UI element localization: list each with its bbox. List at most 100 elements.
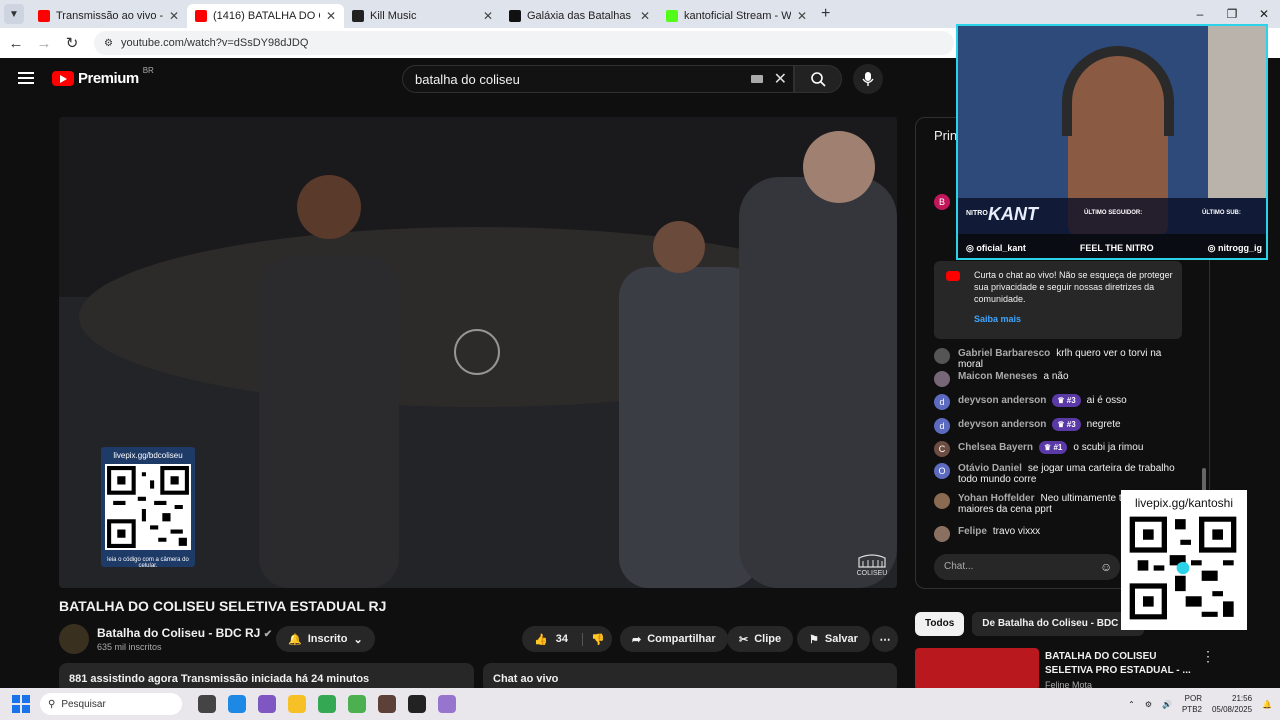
tab-search-button[interactable]: ▼ <box>4 4 24 24</box>
notification-bell-icon[interactable]: 🔔 <box>1262 700 1272 709</box>
task-view-icon[interactable] <box>198 695 216 713</box>
reload-button[interactable]: ↻ <box>60 34 84 52</box>
network-icon[interactable]: ⚙ <box>1145 700 1152 709</box>
tab-favicon-icon <box>195 10 207 22</box>
chat-message: d deyvson anderson ♛ #3 negrete <box>934 418 1184 434</box>
search-button[interactable] <box>794 65 842 93</box>
chat-author[interactable]: Chelsea Bayern <box>958 442 1033 453</box>
browser-tab[interactable]: kantoficial Stream - Watch Live ✕ <box>658 4 815 28</box>
keyboard-icon[interactable] <box>751 75 763 83</box>
chat-avatar[interactable]: C <box>934 441 950 457</box>
video-player[interactable]: livepix.gg/bdcoliseu leia o código com a… <box>59 117 897 588</box>
chat-author[interactable]: deyvson anderson <box>958 395 1046 406</box>
handle-left-text: oficial_kant <box>976 242 1026 253</box>
chat-avatar[interactable] <box>934 371 950 387</box>
url-field[interactable]: ⚙ youtube.com/watch?v=dSsDY98dJDQ <box>94 31 954 55</box>
restore-button[interactable]: ❐ <box>1216 7 1248 21</box>
filter-chip[interactable]: De Batalha do Coliseu - BDC RJ <box>972 612 1144 636</box>
video-title: BATALHA DO COLISEU SELETIVA ESTADUAL RJ <box>59 598 387 614</box>
channel-avatar[interactable] <box>59 624 89 654</box>
language-indicator[interactable]: POR PTB2 <box>1182 693 1202 715</box>
chat-avatar[interactable]: B <box>934 194 950 210</box>
bookmark-icon: ⚑ <box>809 633 819 646</box>
minimize-button[interactable]: – <box>1184 7 1216 21</box>
chevron-up-icon[interactable]: ⌃ <box>1128 700 1135 709</box>
chat-avatar[interactable] <box>934 526 950 542</box>
filter-chip[interactable]: Todos <box>915 612 965 636</box>
search-input[interactable]: batalha do coliseu ✕ <box>402 65 794 93</box>
youtube-logo[interactable]: Premium BR <box>52 66 154 87</box>
clip-button[interactable]: ✂ Clipe <box>727 626 794 652</box>
app-icon[interactable] <box>378 695 396 713</box>
chat-avatar[interactable]: d <box>934 418 950 434</box>
chat-input[interactable]: Chat... <box>934 554 1120 580</box>
back-button[interactable]: ← <box>4 35 28 52</box>
tab-close-icon[interactable]: ✕ <box>326 9 336 23</box>
taskbar-search[interactable]: ⚲ Pesquisar <box>40 693 182 715</box>
channel-name-row[interactable]: Batalha do Coliseu - BDC RJ ✔ <box>97 626 272 640</box>
site-info-icon[interactable]: ⚙ <box>104 38 113 49</box>
url-text: youtube.com/watch?v=dSsDY98dJDQ <box>120 37 309 49</box>
thumbs-up-icon: 👍 <box>534 633 548 646</box>
channel-name[interactable]: Batalha do Coliseu - BDC RJ <box>97 626 260 640</box>
file-explorer-icon[interactable] <box>288 695 306 713</box>
recommended-thumbnail[interactable] <box>915 648 1039 690</box>
subscribed-button[interactable]: 🔔 Inscrito ⌄ <box>276 626 375 652</box>
browser-tab[interactable]: Transmissão ao vivo - YouTube ✕ <box>30 4 187 28</box>
chat-avatar[interactable]: O <box>934 463 950 479</box>
browser-tab[interactable]: Galáxia das Batalhas (@galaxia ✕ <box>501 4 658 28</box>
menu-icon[interactable] <box>18 72 34 87</box>
recommended-video[interactable]: BATALHA DO COLISEU SELETIVA PRO ESTADUAL… <box>915 648 1245 690</box>
search-value: batalha do coliseu <box>415 71 520 87</box>
edge-icon[interactable] <box>228 695 246 713</box>
chat-author[interactable]: Gabriel Barbaresco <box>958 348 1050 359</box>
chat-text: negrete <box>1086 419 1121 430</box>
more-vertical-icon[interactable]: ⋮ <box>1201 648 1215 665</box>
recommended-title[interactable]: BATALHA DO COLISEU SELETIVA PRO ESTADUAL… <box>1045 650 1195 678</box>
chat-avatar[interactable]: d <box>934 394 950 410</box>
like-button[interactable]: 👍 34 <box>534 633 568 646</box>
chat-message: C Chelsea Bayern ♛ #1 o scubi ja rimou <box>934 441 1184 457</box>
instagram-handle-right: ◎ nitrogg_ig <box>1207 242 1262 253</box>
chat-author[interactable]: Otávio Daniel <box>958 463 1022 474</box>
speaker-icon[interactable]: 🔊 <box>1162 700 1172 709</box>
copilot-icon[interactable] <box>258 695 276 713</box>
chat-scrollbar[interactable] <box>1202 468 1206 492</box>
learn-more-link[interactable]: Saiba mais <box>974 313 1174 325</box>
chat-author[interactable]: Maicon Meneses <box>958 371 1037 382</box>
clock[interactable]: 21:56 05/08/2025 <box>1212 693 1252 715</box>
chat-author[interactable]: Yohan Hoffelder <box>958 493 1034 504</box>
save-button[interactable]: ⚑ Salvar <box>797 626 870 652</box>
share-button[interactable]: ➦ Compartilhar <box>620 626 728 652</box>
chrome-icon[interactable] <box>318 695 336 713</box>
overlay-slogan: FEEL THE NITRO <box>1079 243 1154 253</box>
emoji-icon[interactable]: ☺ <box>1100 560 1112 574</box>
more-actions-button[interactable]: ⋯ <box>872 626 898 652</box>
browser-tab[interactable]: (1416) BATALHA DO COLISEU S ✕ <box>187 4 344 28</box>
windows-start-icon[interactable] <box>12 695 30 713</box>
chat-author[interactable]: Felipe <box>958 526 987 537</box>
chat-author[interactable]: deyvson anderson <box>958 419 1046 430</box>
tab-close-icon[interactable]: ✕ <box>640 9 650 23</box>
new-tab-button[interactable]: + <box>821 5 830 23</box>
chat-avatar[interactable] <box>934 493 950 509</box>
close-window-button[interactable]: ✕ <box>1248 7 1280 21</box>
verified-icon: ✔ <box>263 629 273 640</box>
voice-search-button[interactable] <box>853 64 883 94</box>
thumbs-down-icon: 👎 <box>590 633 605 646</box>
dislike-button[interactable]: 👎 <box>581 632 605 646</box>
tab-close-icon[interactable]: ✕ <box>483 9 493 23</box>
tab-close-icon[interactable]: ✕ <box>797 9 807 23</box>
browser-tab[interactable]: Kill Music ✕ <box>344 4 501 28</box>
obs-icon[interactable] <box>408 695 426 713</box>
forward-button[interactable]: → <box>32 35 56 52</box>
taskbar-apps <box>198 695 456 713</box>
tab-close-icon[interactable]: ✕ <box>169 9 179 23</box>
shield-app-icon[interactable] <box>348 695 366 713</box>
badge-rank: #3 <box>1066 396 1076 405</box>
chat-avatar[interactable] <box>934 348 950 364</box>
spiral-app-icon[interactable] <box>438 695 456 713</box>
clear-search-icon[interactable]: ✕ <box>774 69 787 89</box>
chat-message: Gabriel Barbaresco krlh quero ver o torvi… <box>934 348 1184 370</box>
tab-title: kantoficial Stream - Watch Live <box>684 10 791 22</box>
